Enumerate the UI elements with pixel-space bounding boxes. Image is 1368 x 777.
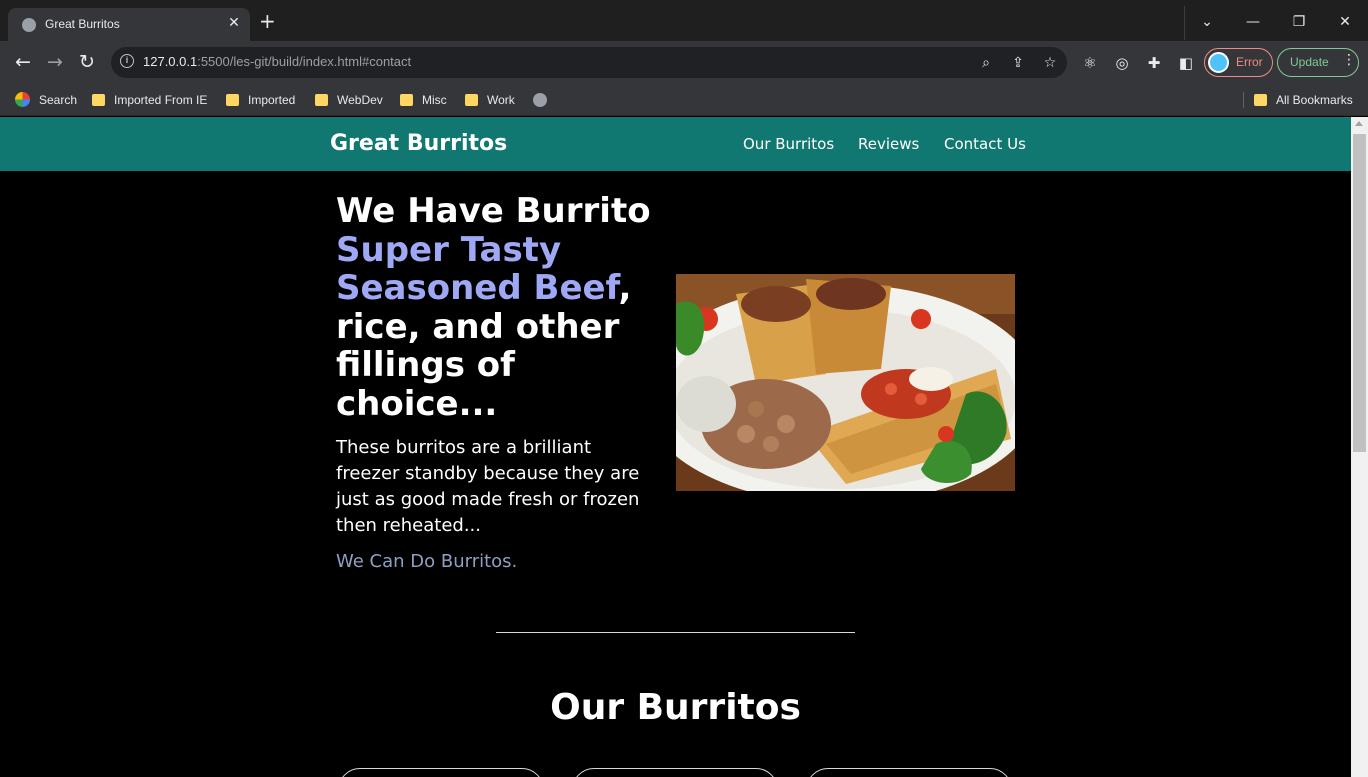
globe-icon (533, 93, 547, 107)
burrito-illustration (676, 274, 1015, 491)
restore-button[interactable]: ❐ (1276, 0, 1322, 41)
nav-contact-us[interactable]: Contact Us (944, 135, 1026, 153)
more-menu-icon[interactable]: ⋮ (1342, 52, 1356, 68)
section-divider (496, 632, 855, 633)
reload-button[interactable]: ↻ (74, 49, 100, 75)
extensions-puzzle-icon[interactable]: ✚ (1144, 53, 1164, 73)
back-button[interactable]: ← (10, 49, 36, 75)
bookmark-webdev[interactable]: WebDev (315, 90, 383, 110)
burrito-card[interactable] (572, 768, 778, 777)
react-devtools-icon[interactable]: ⚛ (1080, 53, 1100, 73)
bookmark-imported-from-ie[interactable]: Imported From IE (92, 90, 207, 110)
profile-error-button[interactable]: Error (1204, 48, 1273, 77)
folder-icon (315, 94, 328, 106)
titlebar-divider (1184, 6, 1185, 40)
burrito-card[interactable] (806, 768, 1012, 777)
tab-search-icon[interactable]: ⌄ (1184, 0, 1230, 41)
all-bookmarks[interactable]: All Bookmarks (1254, 90, 1353, 110)
bookmarks-bar: Search Imported From IE Imported WebDev … (0, 84, 1368, 116)
scrollbar-thumb[interactable] (1353, 134, 1366, 452)
nav-reviews[interactable]: Reviews (858, 135, 919, 153)
minimize-button[interactable]: — (1230, 0, 1276, 41)
bookmark-work[interactable]: Work (465, 90, 515, 110)
page-scrollbar[interactable] (1351, 117, 1368, 777)
zoom-icon[interactable]: ⌕ (976, 53, 996, 73)
close-window-button[interactable]: ✕ (1322, 0, 1368, 41)
hero-description: These burritos are a brilliant freezer s… (336, 437, 640, 536)
bookmark-imported[interactable]: Imported (226, 90, 295, 110)
hero-tagline: We Can Do Burritos. (336, 551, 518, 572)
hero-title-accent: Super Tasty Seasoned Beef (336, 229, 619, 308)
update-label: Update (1290, 55, 1329, 69)
folder-icon (1254, 94, 1267, 106)
site-info-icon[interactable]: i (120, 54, 134, 68)
site-brand[interactable]: Great Burritos (330, 131, 507, 156)
bookmark-star-icon[interactable]: ☆ (1040, 53, 1060, 73)
address-bar[interactable]: i 127.0.0.1:5500/les-git/build/index.htm… (111, 47, 1067, 78)
bookmark-misc[interactable]: Misc (400, 90, 447, 110)
browser-titlebar: Great Burritos ✕ + ⌄ — ❐ ✕ (0, 0, 1368, 42)
folder-icon (226, 94, 239, 106)
browser-tab[interactable]: Great Burritos ✕ (8, 8, 250, 42)
tab-title: Great Burritos (45, 17, 120, 31)
nav-our-burritos[interactable]: Our Burritos (743, 135, 834, 153)
page-viewport: Great Burritos Our Burritos Reviews Cont… (0, 117, 1351, 777)
profile-status: Error (1236, 55, 1263, 69)
google-icon (15, 92, 30, 107)
avatar (1208, 52, 1229, 73)
share-icon[interactable]: ⇪ (1008, 53, 1028, 73)
url-text[interactable]: 127.0.0.1:5500/les-git/build/index.html#… (143, 54, 411, 69)
side-panel-icon[interactable]: ◧ (1176, 53, 1196, 73)
extension-target-icon[interactable]: ◎ (1112, 53, 1132, 73)
new-tab-button[interactable]: + (259, 11, 276, 31)
folder-icon (92, 94, 105, 106)
burrito-image (676, 274, 1015, 491)
update-button[interactable]: Update ⋮ (1277, 48, 1359, 77)
close-icon[interactable]: ✕ (226, 15, 242, 31)
folder-icon (465, 94, 478, 106)
bookmarks-divider (1243, 92, 1244, 108)
bookmark-globe[interactable] (533, 90, 547, 110)
burrito-card[interactable] (338, 768, 544, 777)
hero-title-line1: We Have Burrito (336, 191, 651, 231)
hero-title: We Have Burrito Super Tasty Seasoned Bee… (336, 192, 656, 423)
forward-button[interactable]: → (42, 49, 68, 75)
browser-toolbar: ← → ↻ i 127.0.0.1:5500/les-git/build/ind… (0, 41, 1368, 84)
section-title-our-burritos: Our Burritos (550, 687, 801, 728)
scroll-up-arrow-icon[interactable] (1355, 121, 1363, 126)
bookmark-search[interactable]: Search (15, 90, 77, 110)
site-header: Great Burritos Our Burritos Reviews Cont… (0, 117, 1351, 171)
globe-icon (22, 18, 36, 32)
folder-icon (400, 94, 413, 106)
